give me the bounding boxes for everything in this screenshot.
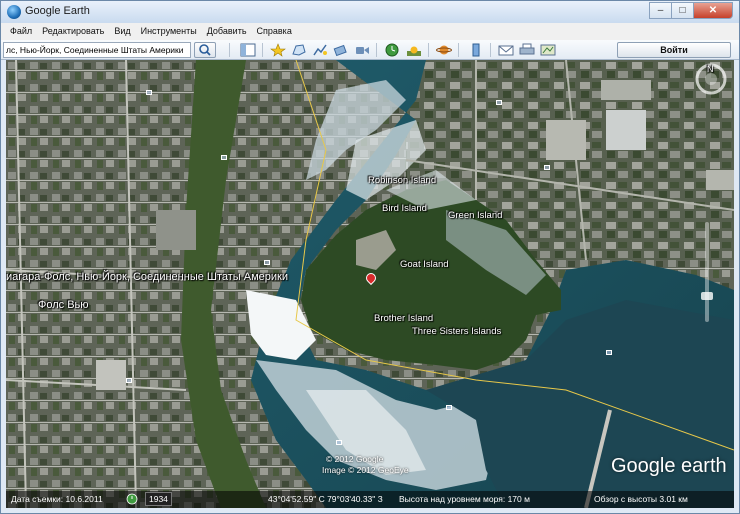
planets-button[interactable] <box>435 42 453 58</box>
ruler-button[interactable] <box>467 42 485 58</box>
toolbar-separator <box>262 43 263 57</box>
poi-icon[interactable] <box>336 440 342 445</box>
historical-year[interactable]: 1934 <box>145 492 172 506</box>
toolbar: лс, Нью-Йорк, Соединенные Штаты Америки <box>1 40 739 60</box>
menu-bar: Файл Редактировать Вид Инструменты Добав… <box>1 23 739 40</box>
placemark-icon <box>270 43 286 57</box>
menu-add[interactable]: Добавить <box>202 23 252 40</box>
label-bird-island[interactable]: Bird Island <box>382 203 427 214</box>
maximize-button[interactable]: □ <box>671 2 693 19</box>
earth-map-view[interactable]: N Robinson Island Bird Island Green Isla… <box>6 60 734 508</box>
planets-icon <box>436 45 452 55</box>
toolbar-separator <box>376 43 377 57</box>
view-in-maps-icon <box>540 44 556 56</box>
historical-imagery-button[interactable] <box>383 42 401 58</box>
email-icon <box>498 45 514 56</box>
toolbar-separator <box>229 43 230 57</box>
title-bar[interactable]: Google Earth – □ ✕ <box>1 1 739 23</box>
label-falls-view[interactable]: Фолс Вью <box>38 299 89 311</box>
print-icon <box>519 43 535 55</box>
poi-icon[interactable] <box>264 260 270 265</box>
label-brother-island[interactable]: Brother Island <box>374 313 433 324</box>
toolbar-separator <box>428 43 429 57</box>
poi-icon[interactable] <box>446 405 452 410</box>
sidebar-toggle-button[interactable] <box>239 42 257 58</box>
google-earth-app-icon <box>7 5 21 19</box>
search-button[interactable] <box>194 42 216 58</box>
sun-button[interactable] <box>405 42 423 58</box>
zoom-slider-icon <box>701 222 713 322</box>
polygon-icon <box>292 44 306 56</box>
cursor-coordinates: 43°04'52.59" С 79°03'40.33" З <box>268 494 383 504</box>
label-goat-island[interactable]: Goat Island <box>400 259 449 270</box>
login-button[interactable]: Войти <box>617 42 731 58</box>
minimize-button[interactable]: – <box>649 2 671 19</box>
search-icon <box>199 44 211 56</box>
zoom-slider[interactable] <box>700 220 714 325</box>
imagery-date: Дата съемки: 10.6.2011 <box>11 494 103 504</box>
eye-altitude: Обзор с высоты 3.01 км <box>594 494 688 504</box>
poi-icon[interactable] <box>544 165 550 170</box>
status-bar: Дата съемки: 10.6.2011 1934 43°04'52.59"… <box>6 491 734 508</box>
sidebar-toggle-icon <box>240 43 256 57</box>
image-overlay-icon <box>333 44 347 57</box>
copyright-geoeye: Image © 2012 GeoEye <box>322 465 409 475</box>
label-green-island[interactable]: Green Island <box>448 210 502 221</box>
menu-view[interactable]: Вид <box>109 23 135 40</box>
print-button[interactable] <box>518 42 536 58</box>
poi-icon[interactable] <box>146 90 152 95</box>
navigation-compass[interactable]: N <box>694 62 728 96</box>
menu-tools[interactable]: Инструменты <box>136 23 202 40</box>
label-three-sisters-islands[interactable]: Three Sisters Islands <box>412 326 501 337</box>
historical-imagery-clock-icon[interactable] <box>126 493 138 507</box>
historical-imagery-icon <box>385 43 399 57</box>
poi-icon[interactable] <box>221 155 227 160</box>
toolbar-separator <box>490 43 491 57</box>
add-path-button[interactable] <box>311 42 329 58</box>
poi-icon[interactable] <box>496 100 502 105</box>
poi-icon[interactable] <box>126 378 132 383</box>
poi-icon[interactable] <box>606 350 612 355</box>
email-button[interactable] <box>497 42 515 58</box>
ruler-icon <box>472 43 480 57</box>
ground-altitude: Высота над уровнем моря: 170 м <box>399 494 530 504</box>
window-controls: – □ ✕ <box>649 2 733 19</box>
menu-file[interactable]: Файл <box>5 23 37 40</box>
menu-edit[interactable]: Редактировать <box>37 23 109 40</box>
window-title: Google Earth <box>25 5 90 17</box>
toolbar-separator <box>458 43 459 57</box>
image-overlay-button[interactable] <box>332 42 350 58</box>
label-robinson-island[interactable]: Robinson Island <box>368 175 436 186</box>
record-tour-icon <box>356 47 369 54</box>
view-in-maps-button[interactable] <box>539 42 557 58</box>
google-earth-logo: Google earth <box>611 455 727 477</box>
close-button[interactable]: ✕ <box>693 2 733 19</box>
add-polygon-button[interactable] <box>290 42 308 58</box>
label-search-result[interactable]: иагара-Фолс, Нью-Йорк, Соединенные Штаты… <box>6 271 288 283</box>
path-icon <box>313 44 327 56</box>
google-earth-window: Google Earth – □ ✕ Файл Редактировать Ви… <box>0 0 740 514</box>
copyright-google: © 2012 Google <box>326 454 384 464</box>
record-tour-button[interactable] <box>353 42 371 58</box>
compass-north-label: N <box>707 64 714 74</box>
search-input[interactable]: лс, Нью-Йорк, Соединенные Штаты Америки <box>3 42 191 58</box>
menu-help[interactable]: Справка <box>252 23 297 40</box>
sun-icon <box>407 46 421 56</box>
add-placemark-button[interactable] <box>269 42 287 58</box>
